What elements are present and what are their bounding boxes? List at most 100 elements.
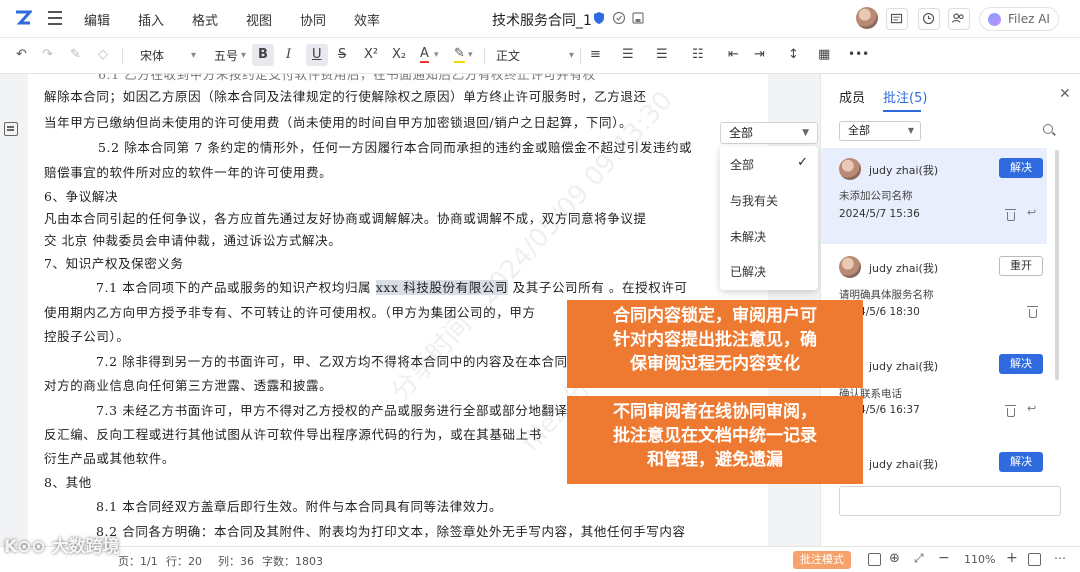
toolbar-divider	[484, 48, 485, 64]
delete-icon[interactable]	[1027, 306, 1038, 318]
user-avatar[interactable]	[856, 7, 878, 29]
menu-view[interactable]: 视图	[246, 10, 272, 29]
numbered-list-icon[interactable]: ☰	[656, 47, 668, 62]
comment-date: 2024/5/7 15:36	[839, 208, 920, 220]
superscript-button[interactable]: X²	[364, 47, 378, 62]
align-left-icon[interactable]: ≡	[590, 47, 601, 62]
indent-increase-icon[interactable]: ⇥	[754, 47, 765, 62]
doc-line: 当年甲方已缴纳但尚未使用的许可使用费（尚未使用的时间自甲方加密锁退回/销户之日起…	[44, 115, 633, 130]
redo-icon[interactable]: ↷	[42, 47, 53, 62]
tab-comments[interactable]: 批注(5)	[883, 87, 927, 106]
filez-ai-button[interactable]: Filez AI	[979, 7, 1059, 31]
highlight-dropdown-icon[interactable]: ▾	[468, 50, 473, 60]
zoom-in-icon[interactable]: +	[1006, 550, 1018, 566]
font-color-dropdown-icon[interactable]: ▾	[434, 50, 439, 60]
search-icon[interactable]	[1043, 124, 1053, 134]
clear-format-icon[interactable]: ◇	[98, 47, 108, 62]
history-icon[interactable]	[918, 8, 940, 30]
filter-option-related[interactable]: 与我有关	[730, 192, 778, 209]
doc-line: 赔偿事宜的软件所对应的软件一年的许可使用费。	[44, 165, 333, 180]
doc-line: 对方的商业信息向任何第三方泄露、透露和披露。	[44, 378, 333, 393]
doc-line: 8.1 本合同经双方盖章后即行生效。附件与本合同具有同等法律效力。	[96, 499, 503, 514]
undo-icon[interactable]: ↶	[16, 47, 27, 62]
close-icon[interactable]: ✕	[1059, 86, 1071, 102]
globe-icon[interactable]: ⊕	[889, 551, 900, 566]
chevron-down-icon: ▼	[907, 126, 914, 135]
reply-icon[interactable]: ↩	[1027, 402, 1036, 415]
outline-icon[interactable]	[4, 122, 18, 136]
toolbar-divider	[122, 48, 123, 64]
section-heading: 7、知识产权及保密义务	[44, 256, 184, 271]
comment-author: judy zhai(我)	[869, 164, 939, 177]
panel-filter-select[interactable]: 全部 ▼	[839, 121, 921, 141]
filter-option-all[interactable]: 全部	[730, 156, 754, 173]
callout-line: 批注意见在文档中统一记录	[613, 426, 817, 446]
comment-filter-select[interactable]: 全部 ▼	[720, 122, 818, 144]
zoom-level[interactable]: 110%	[964, 553, 995, 566]
highlighted-company-name[interactable]: xxx 科技股份有限公司	[375, 280, 509, 295]
underline-button[interactable]: U	[312, 47, 322, 62]
filter-dropdown-menu: 全部 ✓ 与我有关 未解决 已解决	[720, 146, 818, 290]
avatar	[839, 256, 861, 278]
subscript-button[interactable]: X₂	[392, 47, 406, 62]
comment-card[interactable]: judy zhai(我) 解决 未添加公司名称 2024/5/7 15:36 ↩	[821, 148, 1047, 244]
tab-members[interactable]: 成员	[839, 87, 865, 106]
callout-line: 保审阅过程无内容变化	[630, 354, 800, 374]
fit-page-icon[interactable]: ⤢	[914, 551, 924, 566]
delete-icon[interactable]	[1005, 209, 1016, 221]
font-color-button[interactable]: A	[420, 47, 429, 63]
paragraph-style-select[interactable]: 正文	[496, 46, 574, 66]
italic-button[interactable]: I	[286, 47, 291, 62]
chevron-down-icon: ▼	[802, 128, 809, 138]
filter-option-unresolved[interactable]: 未解决	[730, 228, 766, 245]
callout-line: 和管理，避免遗漏	[647, 450, 783, 470]
more-icon[interactable]: •••	[848, 47, 869, 61]
resolve-button[interactable]: 解决	[999, 158, 1043, 178]
strikethrough-button[interactable]: S	[338, 47, 346, 62]
hamburger-menu-icon[interactable]	[48, 11, 62, 25]
font-family-select[interactable]: 宋体	[140, 46, 196, 66]
line-spacing-icon[interactable]: ↕	[788, 47, 799, 62]
resolve-button[interactable]: 解决	[999, 354, 1043, 374]
table-icon[interactable]: ▦	[818, 47, 830, 62]
row-indicator: 行：20	[166, 555, 202, 568]
reopen-button[interactable]: 重开	[999, 256, 1043, 276]
menu-insert[interactable]: 插入	[138, 10, 164, 29]
font-size-select[interactable]: 五号	[214, 46, 246, 66]
indent-decrease-icon[interactable]: ⇤	[728, 47, 739, 62]
highlight-icon[interactable]: ✎	[454, 47, 465, 63]
layout-icon[interactable]	[868, 553, 881, 566]
doc-text: 及其子公司所有 。在授权许可	[512, 280, 688, 295]
filter-value: 全部	[729, 126, 754, 140]
menu-edit[interactable]: 编辑	[84, 10, 110, 29]
bullet-list-icon[interactable]: ☰	[622, 47, 634, 62]
filter-option-resolved[interactable]: 已解决	[730, 263, 766, 280]
avatar	[839, 158, 861, 180]
format-painter-icon[interactable]: ✎	[70, 47, 81, 62]
comment-mode-button[interactable]: 批注模式	[793, 551, 851, 569]
multilevel-list-icon[interactable]: ☷	[692, 47, 704, 62]
bold-button[interactable]: B	[258, 47, 268, 62]
comment-input[interactable]	[839, 486, 1061, 516]
callout-line: 合同内容锁定，审阅用户可	[613, 306, 817, 326]
delete-icon[interactable]	[1005, 405, 1016, 417]
document-title[interactable]: 技术服务合同_1	[492, 10, 592, 30]
brand-watermark: K⊙⊙ 大数跨境	[4, 537, 120, 557]
more-icon[interactable]: ⋯	[1054, 551, 1066, 565]
doc-line: 8.2 合同各方明确：本合同及其附件、附表均为打印文本，除签章处外无手写内容，其…	[96, 524, 686, 539]
scrollbar[interactable]	[1055, 150, 1059, 380]
doc-line: 反汇编、反向工程或进行其他试图从许可软件导出程序源代码的行为，或在其基础上书	[44, 427, 542, 442]
menu-format[interactable]: 格式	[192, 10, 218, 29]
resolve-button[interactable]: 解决	[999, 452, 1043, 472]
zoom-out-icon[interactable]: −	[938, 550, 950, 566]
menu-collab[interactable]: 协同	[300, 10, 326, 29]
fullscreen-icon[interactable]	[1028, 553, 1041, 566]
reply-icon[interactable]: ↩	[1027, 206, 1036, 219]
menu-efficiency[interactable]: 效率	[354, 10, 380, 29]
comment-icon[interactable]	[886, 8, 908, 30]
doc-line: 7.3 未经乙方书面许可，甲方不得对乙方授权的产品或服务进行全部或部分地翻译	[96, 403, 568, 418]
doc-text: 7.1 本合同项下的产品或服务的知识产权均归属	[96, 280, 372, 295]
app-logo-icon[interactable]	[14, 9, 32, 27]
doc-line: 衍生产品或其他软件。	[44, 451, 176, 466]
share-users-icon[interactable]	[948, 8, 970, 30]
